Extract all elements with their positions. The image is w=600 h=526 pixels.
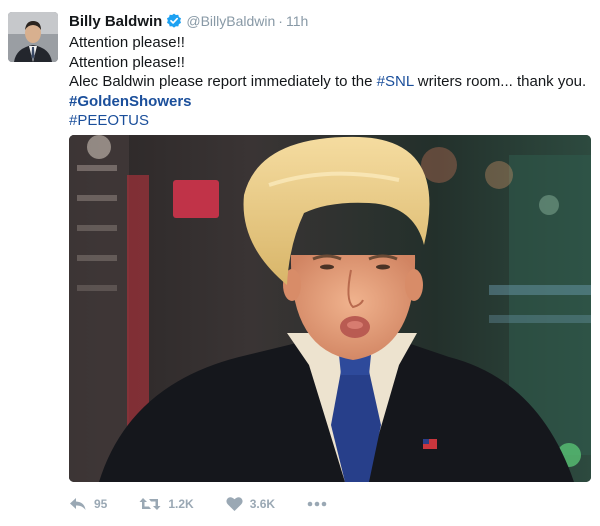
tweet-header: Billy Baldwin @BillyBaldwin · 11h (69, 11, 308, 31)
retweet-icon (139, 498, 161, 510)
retweet-button[interactable]: 1.2K (139, 496, 194, 512)
hashtag-peeotus-link[interactable]: #PEEOTUS (69, 111, 594, 131)
hashtag-goldenshowers-link[interactable]: #GoldenShowers (69, 92, 594, 112)
reply-button[interactable]: 95 (69, 496, 107, 512)
separator-dot: · (278, 13, 283, 29)
author-handle[interactable]: @BillyBaldwin (186, 13, 275, 29)
hashtag-snl-link[interactable]: #SNL (377, 73, 414, 90)
heart-icon (226, 497, 243, 511)
tweet-actions: 95 1.2K 3.6K (69, 492, 327, 516)
tweet-timestamp[interactable]: 11h (286, 13, 308, 29)
tweet-line-1: Attention please!! (69, 34, 185, 51)
tweet-line-3-text: Alec Baldwin please report immediately t… (69, 73, 377, 90)
reply-count: 95 (94, 497, 108, 511)
verified-badge-icon (166, 13, 182, 29)
tweet-line-2: Attention please!! (69, 53, 185, 71)
avatar[interactable] (8, 12, 58, 62)
tweet-line-3-tail: writers room... thank you. (413, 73, 587, 90)
more-dots-icon[interactable] (307, 501, 327, 507)
like-button[interactable]: 3.6K (226, 496, 275, 512)
tweet-card: Billy Baldwin @BillyBaldwin · 11h Attent… (0, 0, 600, 526)
reply-icon (70, 498, 86, 510)
like-count: 3.6K (249, 497, 276, 511)
tweet-media-photo[interactable] (69, 135, 591, 482)
tweet-line-3: Alec Baldwin please report immediately t… (69, 72, 594, 92)
tweet-text: Attention please!! Attention please!! Al… (69, 33, 594, 131)
retweet-count: 1.2K (168, 497, 194, 511)
author-display-name[interactable]: Billy Baldwin (69, 13, 162, 30)
